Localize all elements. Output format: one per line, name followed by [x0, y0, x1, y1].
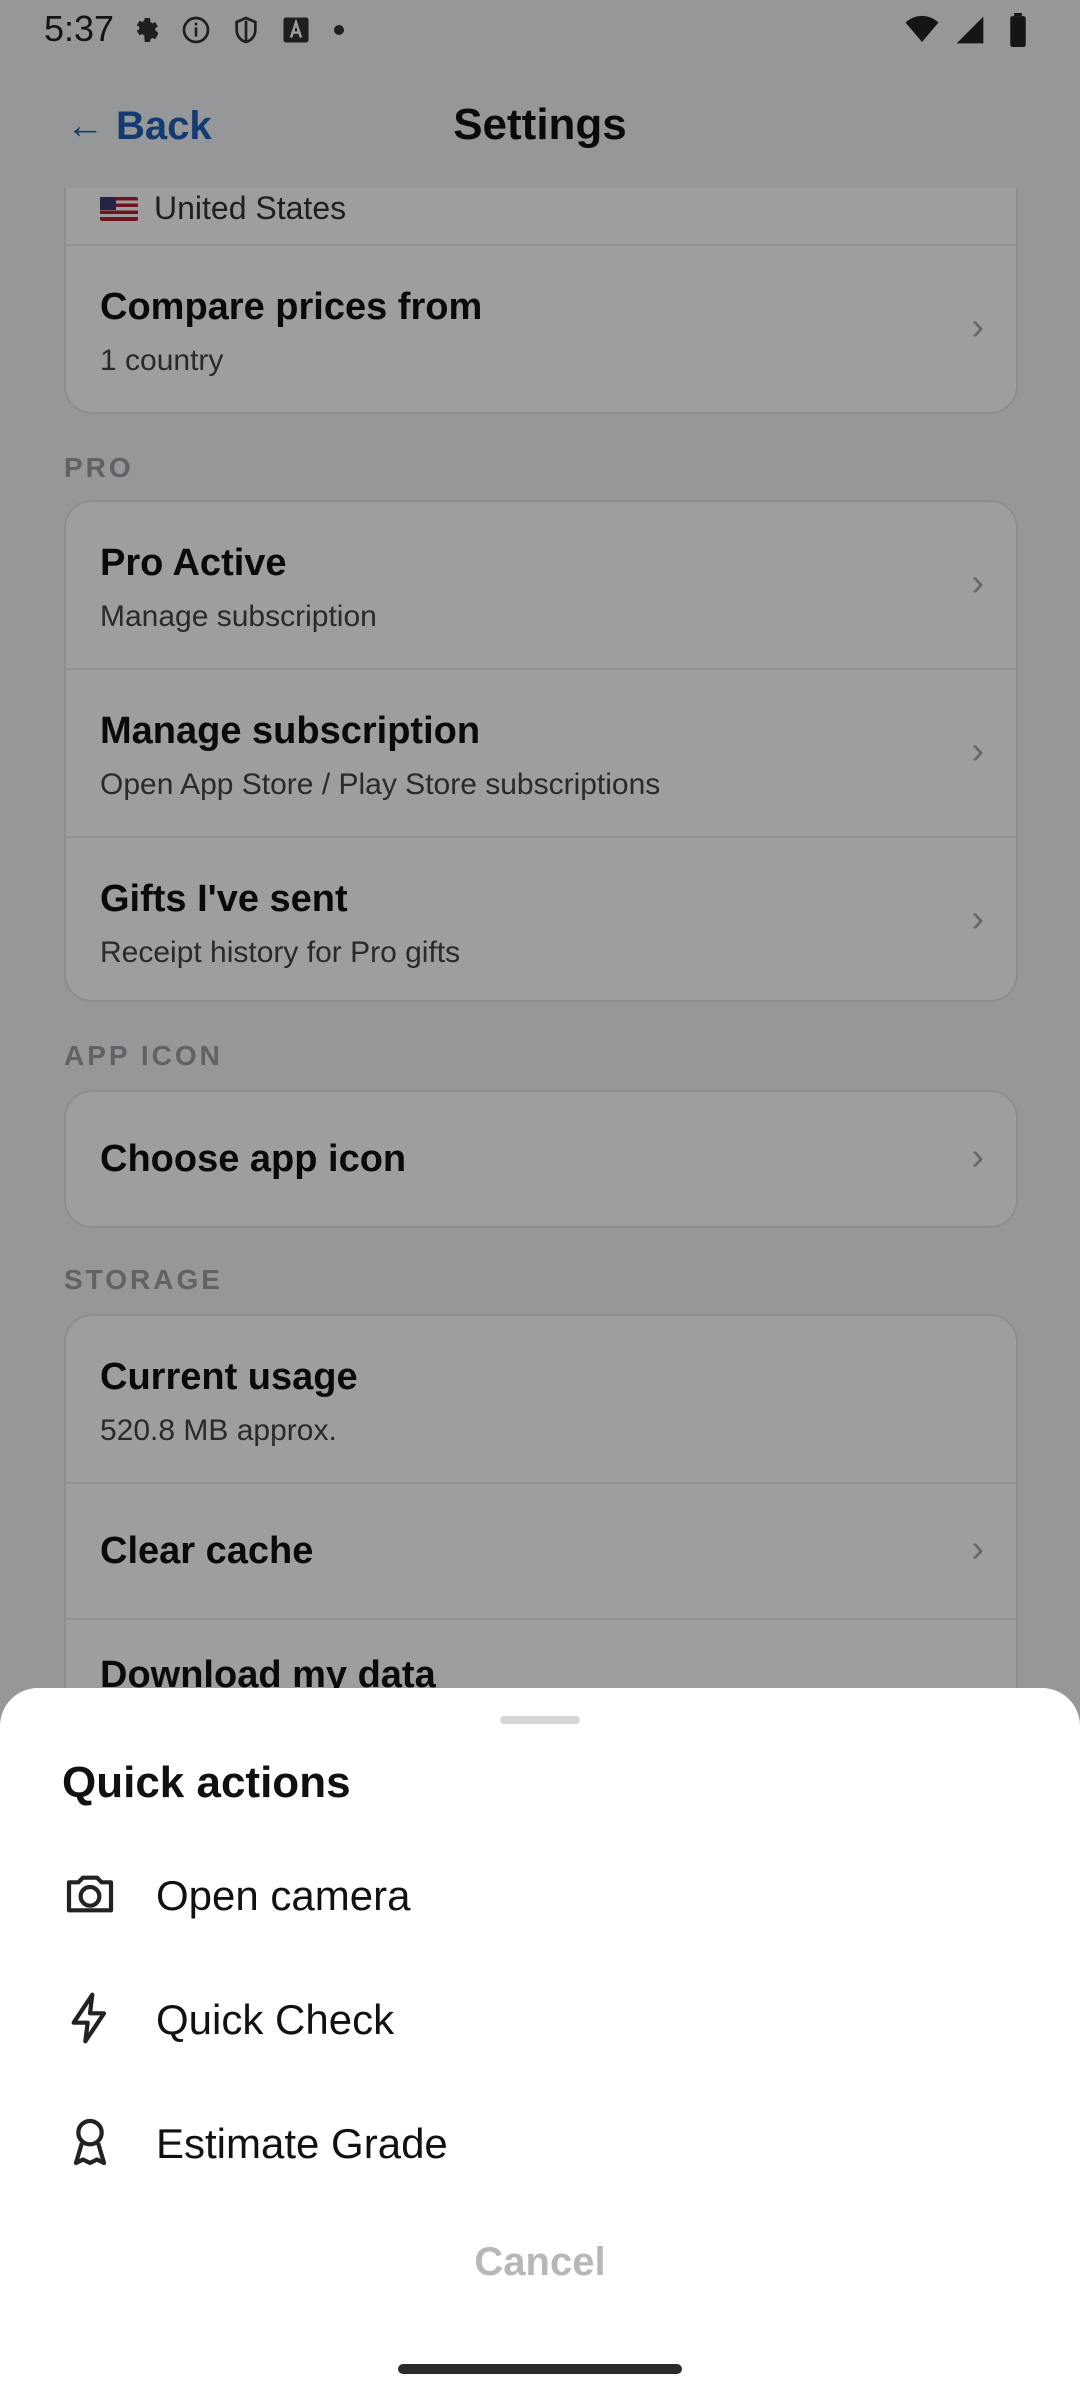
- cancel-button[interactable]: Cancel: [0, 2240, 1080, 2285]
- award-icon: [62, 2114, 118, 2175]
- camera-icon: [62, 1866, 118, 1927]
- home-indicator[interactable]: [398, 2364, 682, 2374]
- quick-actions-sheet: Quick actions Open camera Quick Check Es…: [0, 1688, 1080, 2400]
- bolt-icon: [62, 1990, 118, 2051]
- action-open-camera[interactable]: Open camera: [62, 1846, 1012, 1946]
- action-label: Estimate Grade: [156, 2120, 448, 2167]
- action-quick-check[interactable]: Quick Check: [62, 1970, 1012, 2070]
- sheet-title: Quick actions: [62, 1758, 351, 1807]
- app-root: 5:37 ← Back Settings United States Compa…: [0, 0, 1080, 2400]
- action-label: Open camera: [156, 1872, 411, 1919]
- action-estimate-grade[interactable]: Estimate Grade: [62, 2094, 1012, 2194]
- action-label: Quick Check: [156, 1996, 395, 2043]
- drag-handle[interactable]: [500, 1716, 580, 1724]
